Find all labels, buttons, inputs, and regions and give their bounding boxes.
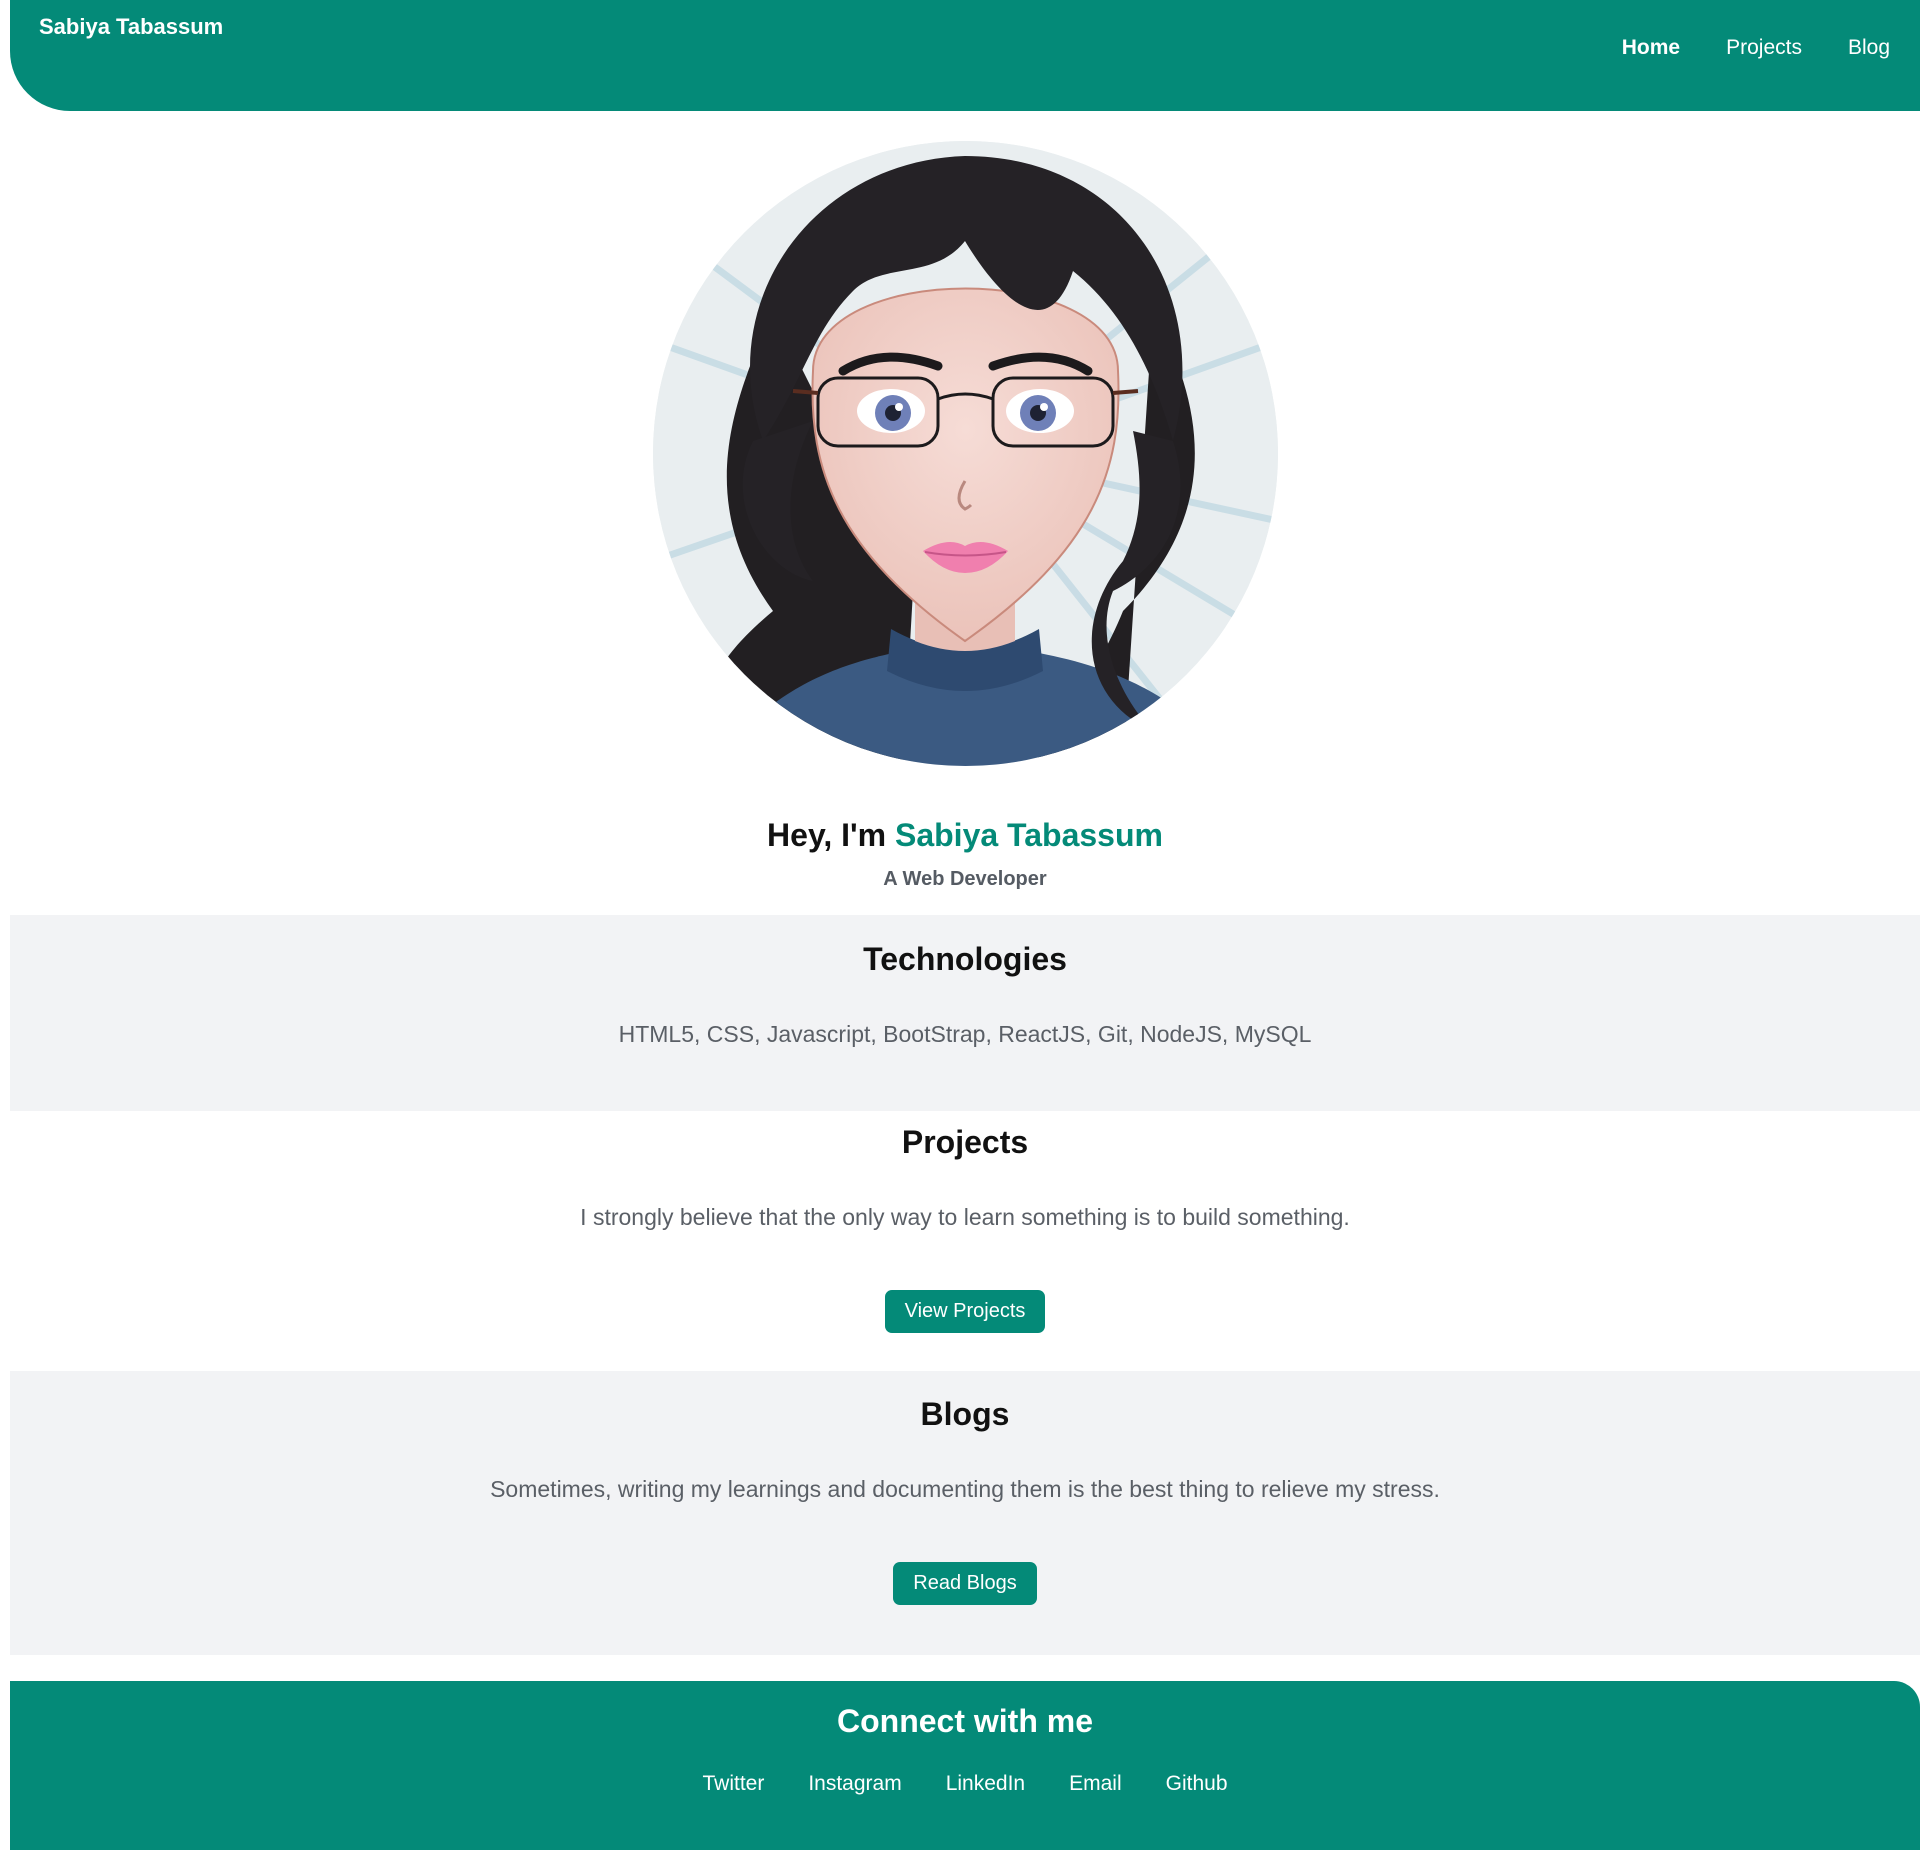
- projects-text: I strongly believe that the only way to …: [580, 1204, 1350, 1230]
- technologies-text: HTML5, CSS, Javascript, BootStrap, React…: [618, 1021, 1312, 1047]
- nav-projects[interactable]: Projects: [1726, 36, 1802, 60]
- site-header: Sabiya Tabassum Home Projects Blog: [10, 0, 1920, 111]
- hero-name: Sabiya Tabassum: [894, 817, 1163, 853]
- blogs-title: Blogs: [920, 1396, 1010, 1432]
- social-email-link[interactable]: Email: [1069, 1772, 1122, 1796]
- footer-title: Connect with me: [836, 1703, 1093, 1739]
- technologies-section: Technologies HTML5, CSS, Javascript, Boo…: [10, 915, 1920, 1111]
- main-nav: Home Projects Blog: [1622, 36, 1890, 60]
- nav-home[interactable]: Home: [1622, 36, 1680, 60]
- hero-greeting: Hey, I'm: [767, 817, 887, 853]
- brand-link[interactable]: Sabiya Tabassum: [39, 14, 223, 40]
- social-github-link[interactable]: Github: [1166, 1772, 1228, 1796]
- page: Sabiya Tabassum Home Projects Blog Hey, …: [0, 0, 1920, 1850]
- avatar-illustration: [653, 141, 1278, 766]
- blogs-text: Sometimes, writing my learnings and docu…: [490, 1476, 1440, 1502]
- social-instagram-link[interactable]: Instagram: [808, 1772, 901, 1796]
- avatar: [653, 141, 1278, 766]
- blogs-section: Blogs Sometimes, writing my learnings an…: [10, 1371, 1920, 1655]
- nav-blog[interactable]: Blog: [1848, 36, 1890, 60]
- site-footer: Connect with me Twitter Instagram Linked…: [10, 1681, 1920, 1850]
- social-linkedin-link[interactable]: LinkedIn: [946, 1772, 1025, 1796]
- projects-section: Projects I strongly believe that the onl…: [10, 1111, 1920, 1371]
- projects-title: Projects: [901, 1124, 1029, 1160]
- hero-subtitle: A Web Developer: [883, 868, 1047, 890]
- social-twitter-link[interactable]: Twitter: [702, 1772, 764, 1796]
- view-projects-button[interactable]: View Projects: [884, 1290, 1046, 1333]
- social-links: Twitter Instagram LinkedIn Email Github: [10, 1772, 1920, 1796]
- read-blogs-button[interactable]: Read Blogs: [893, 1562, 1037, 1605]
- hero-section: Hey, I'm Sabiya Tabassum A Web Developer: [10, 111, 1920, 915]
- hero-title: Hey, I'm Sabiya Tabassum: [10, 817, 1920, 854]
- technologies-title: Technologies: [863, 941, 1067, 977]
